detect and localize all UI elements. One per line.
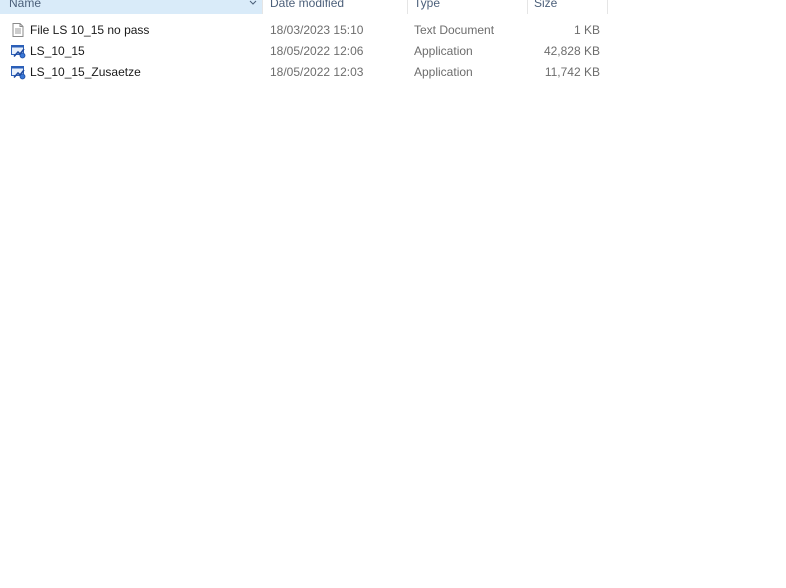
column-header-bar: Name Date modified Type Size bbox=[0, 0, 608, 14]
column-header-date-modified[interactable]: Date modified bbox=[264, 0, 408, 14]
column-header-size[interactable]: Size bbox=[528, 0, 608, 14]
file-size: 1 KB bbox=[573, 23, 600, 37]
column-header-date-label: Date modified bbox=[270, 0, 345, 10]
column-header-size-label: Size bbox=[534, 0, 558, 10]
file-row[interactable]: LS_10_15 18/05/2022 12:06 Application 42… bbox=[0, 41, 608, 62]
column-header-name[interactable]: Name bbox=[0, 0, 263, 14]
file-type: Text Document bbox=[414, 23, 495, 37]
file-date-modified: 18/05/2022 12:06 bbox=[270, 44, 364, 58]
file-size: 11,742 KB bbox=[544, 65, 600, 79]
file-list: File LS 10_15 no pass 18/03/2023 15:10 T… bbox=[0, 20, 608, 83]
text-document-icon bbox=[12, 23, 24, 37]
file-row[interactable]: LS_10_15_Zusaetze 18/05/2022 12:03 Appli… bbox=[0, 62, 608, 83]
file-name: File LS 10_15 no pass bbox=[30, 23, 150, 37]
column-header-name-label: Name bbox=[9, 0, 42, 10]
file-explorer-view: Name Date modified Type Size File LS 10_… bbox=[0, 0, 786, 588]
chevron-down-icon[interactable] bbox=[248, 0, 258, 8]
file-size: 42,828 KB bbox=[543, 44, 600, 58]
file-row[interactable]: File LS 10_15 no pass 18/03/2023 15:10 T… bbox=[0, 20, 608, 41]
column-header-type-label: Type bbox=[414, 0, 441, 10]
file-name: LS_10_15 bbox=[30, 44, 85, 58]
application-icon bbox=[11, 66, 26, 80]
file-type: Application bbox=[414, 65, 473, 79]
file-date-modified: 18/05/2022 12:03 bbox=[270, 65, 364, 79]
file-name: LS_10_15_Zusaetze bbox=[30, 65, 141, 79]
application-icon bbox=[11, 45, 26, 59]
file-type: Application bbox=[414, 44, 473, 58]
column-header-type[interactable]: Type bbox=[408, 0, 528, 14]
file-date-modified: 18/03/2023 15:10 bbox=[270, 23, 364, 37]
